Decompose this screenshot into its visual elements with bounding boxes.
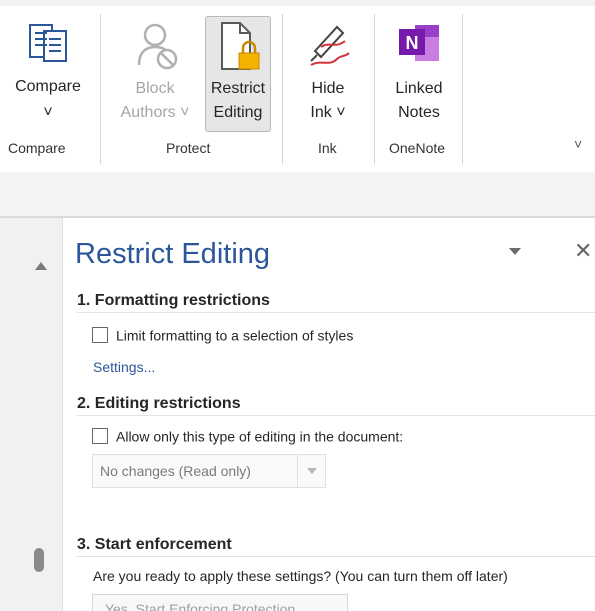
group-label-onenote: OneNote (389, 140, 446, 156)
hide-ink-label-1: Hide (311, 80, 345, 97)
ribbon: Compare ˅ Compare Block Authors ˅ Restri… (0, 0, 595, 172)
ink-pen-icon (310, 25, 350, 66)
hide-ink-button[interactable]: Hide Ink ˅ (292, 14, 364, 132)
ribbon-lower-bar (0, 172, 595, 216)
compare-icon (29, 24, 67, 62)
linked-notes-label-1: Linked (395, 80, 443, 97)
pane-options-dropdown-icon[interactable] (509, 248, 521, 255)
group-separator (374, 14, 375, 164)
start-enforcing-label: Yes, Start Enforcing Protection (105, 601, 296, 611)
block-authors-button[interactable]: Block Authors ˅ (112, 14, 198, 132)
start-enforcing-button[interactable]: Yes, Start Enforcing Protection (92, 594, 348, 611)
settings-link[interactable]: Settings... (93, 359, 155, 375)
section-heading-formatting: 1. Formatting restrictions (77, 292, 270, 309)
group-label-compare: Compare (8, 140, 66, 156)
ribbon-top-edge (0, 0, 595, 6)
chevron-down-icon (307, 468, 317, 474)
scroll-up-arrow-icon[interactable] (35, 262, 47, 270)
group-separator (282, 14, 283, 164)
block-authors-label-2: Authors ˅ (120, 104, 190, 121)
allow-editing-checkbox-row[interactable]: Allow only this type of editing in the d… (92, 427, 404, 445)
chevron-down-icon: ˅ (43, 104, 53, 121)
compare-label: Compare (15, 78, 81, 95)
group-separator (100, 14, 101, 164)
enforcement-prompt: Are you ready to apply these settings? (… (93, 568, 508, 584)
onenote-icon: N (399, 25, 439, 61)
collapse-ribbon-icon[interactable]: ˅ (574, 136, 582, 152)
section-divider (77, 556, 595, 557)
scrollbar-thumb[interactable] (34, 548, 44, 572)
section-divider (77, 415, 595, 416)
compare-button[interactable]: Compare ˅ (4, 14, 92, 132)
editing-type-select[interactable]: No changes (Read only) (92, 454, 326, 488)
section-heading-editing: 2. Editing restrictions (77, 395, 241, 412)
limit-formatting-checkbox-row[interactable]: Limit formatting to a selection of style… (92, 326, 354, 344)
limit-formatting-checkbox[interactable] (92, 327, 108, 344)
close-icon[interactable]: ✕ (574, 238, 592, 264)
restrict-editing-label-2: Editing (213, 104, 263, 121)
section-heading-enforcement: 3. Start enforcement (77, 536, 232, 553)
document-scroll-strip (0, 218, 63, 611)
block-authors-icon (137, 23, 178, 70)
restrict-editing-button[interactable]: Restrict Editing (205, 16, 271, 132)
dropdown-button[interactable] (297, 455, 325, 487)
section-divider (77, 312, 595, 313)
restrict-editing-icon (221, 22, 260, 70)
linked-notes-label-2: Notes (398, 104, 440, 121)
editing-type-value: No changes (Read only) (100, 463, 251, 479)
allow-editing-checkbox[interactable] (92, 428, 108, 445)
pane-title: Restrict Editing (75, 238, 271, 270)
linked-notes-button[interactable]: N Linked Notes (384, 14, 454, 132)
allow-editing-label: Allow only this type of editing in the d… (116, 428, 404, 445)
restrict-editing-pane: Restrict Editing ✕ 1. Formatting restric… (64, 218, 595, 611)
group-label-protect: Protect (166, 140, 211, 156)
limit-formatting-label: Limit formatting to a selection of style… (116, 327, 354, 344)
onenote-letter: N (406, 33, 419, 53)
group-label-ink: Ink (318, 140, 337, 156)
hide-ink-label-2: Ink ˅ (310, 104, 346, 121)
group-separator (462, 14, 463, 164)
block-authors-label-1: Block (135, 80, 175, 97)
restrict-editing-label-1: Restrict (210, 80, 266, 97)
